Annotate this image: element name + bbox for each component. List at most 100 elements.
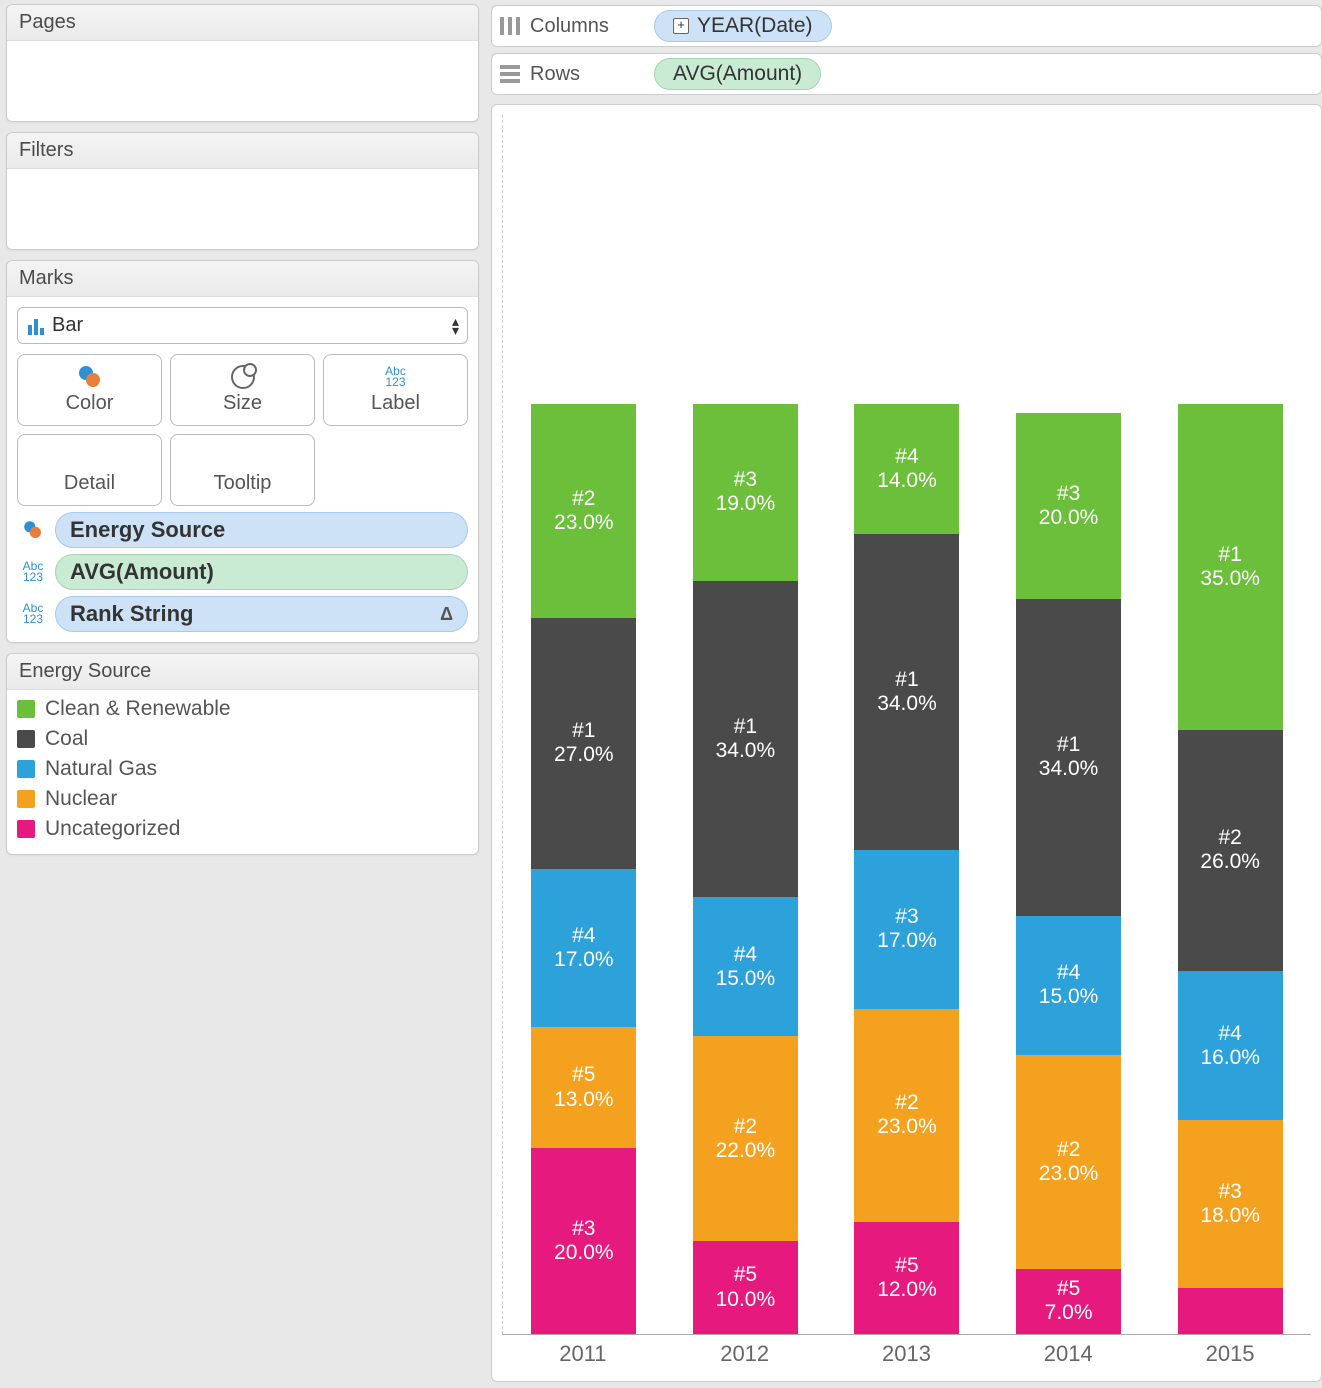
legend-item-label: Natural Gas [45,757,157,781]
bar-segment[interactable]: #57.0% [1016,1269,1121,1334]
tooltip-button[interactable]: Tooltip [170,434,315,506]
bar-segment[interactable]: #510.0% [693,1241,798,1334]
bar-segment[interactable]: #134.0% [693,581,798,897]
bar-segment[interactable]: #223.0% [531,404,636,618]
segment-rank-label: #2 [895,1091,918,1115]
columns-label: Columns [530,15,609,38]
rows-shelf[interactable]: Rows AVG(Amount) [491,53,1322,95]
segment-rank-label: #2 [1218,826,1241,850]
expand-icon[interactable]: + [673,18,689,34]
legend-item[interactable]: Coal [17,724,468,754]
filters-label: Filters [7,133,478,169]
segment-value-label: 16.0% [1200,1046,1260,1070]
bar-column[interactable]: #414.0%#134.0%#317.0%#223.0%#512.0% [854,404,959,1334]
color-button[interactable]: Color [17,354,162,426]
legend-item[interactable]: Clean & Renewable [17,694,468,724]
bar-column[interactable]: #135.0%#226.0%#416.0%#318.0% [1178,404,1283,1334]
segment-value-label: 19.0% [716,492,776,516]
bar-segment[interactable]: #319.0% [693,404,798,581]
segment-value-label: 10.0% [716,1288,776,1312]
segment-value-label: 23.0% [877,1115,937,1139]
detail-button[interactable]: Detail [17,434,162,506]
filters-drop-area[interactable] [7,169,478,249]
x-axis-tick: 2012 [692,1341,797,1367]
bar-segment[interactable]: #317.0% [854,850,959,1008]
segment-value-label: 17.0% [554,948,614,972]
legend-card: Energy Source Clean & RenewableCoalNatur… [6,653,479,855]
segment-value-label: 13.0% [554,1088,614,1112]
segment-rank-label: #5 [895,1254,918,1278]
bar-segment[interactable]: #414.0% [854,404,959,534]
legend-swatch [17,700,35,718]
x-axis-tick: 2011 [530,1341,635,1367]
mark-type-select[interactable]: Bar ▴▾ [17,307,468,344]
segment-rank-label: #3 [895,905,918,929]
pill-text: Energy Source [70,517,225,543]
viz-area[interactable]: #223.0%#127.0%#417.0%#513.0%#320.0%#319.… [491,104,1322,1382]
bar-segment[interactable]: #320.0% [531,1148,636,1334]
pages-drop-area[interactable] [7,41,478,121]
bar-segment[interactable]: #417.0% [531,869,636,1027]
bar-segment[interactable]: #512.0% [854,1222,959,1334]
segment-value-label: 7.0% [1045,1301,1093,1325]
segment-rank-label: #3 [1218,1180,1241,1204]
segment-rank-label: #1 [734,715,757,739]
legend-item-label: Nuclear [45,787,117,811]
segment-rank-label: #1 [1218,543,1241,567]
segment-value-label: 27.0% [554,743,614,767]
bar-segment[interactable]: #134.0% [854,534,959,850]
bar-segment[interactable]: #223.0% [854,1009,959,1223]
pill-text: Rank String [70,601,193,627]
segment-rank-label: #2 [572,487,595,511]
bar-segment[interactable]: #222.0% [693,1036,798,1241]
legend-item-label: Clean & Renewable [45,697,231,721]
bar-segment[interactable]: #226.0% [1178,730,1283,972]
bar-column[interactable]: #320.0%#134.0%#415.0%#223.0%#57.0% [1016,413,1121,1334]
bar-segment[interactable]: #416.0% [1178,971,1283,1120]
bar-segment[interactable]: #134.0% [1016,599,1121,915]
bar-column[interactable]: #319.0%#134.0%#415.0%#222.0%#510.0% [693,404,798,1334]
segment-rank-label: #3 [734,468,757,492]
legend-swatch [17,820,35,838]
bar-segment[interactable]: #320.0% [1016,413,1121,599]
marks-pill-avg-amount[interactable]: AVG(Amount) [55,554,468,590]
legend-item[interactable]: Uncategorized [17,814,468,844]
segment-value-label: 23.0% [554,511,614,535]
segment-rank-label: #4 [572,924,595,948]
columns-icon [500,17,520,35]
rows-pill-avg-amount[interactable]: AVG(Amount) [654,58,821,90]
bar-segment[interactable] [1178,1288,1283,1335]
legend-item[interactable]: Natural Gas [17,754,468,784]
segment-value-label: 34.0% [877,692,937,716]
bar-segment[interactable]: #415.0% [693,897,798,1037]
size-button[interactable]: Size [170,354,315,426]
segment-rank-label: #4 [734,943,757,967]
segment-rank-label: #3 [1057,482,1080,506]
bar-segment[interactable]: #513.0% [531,1027,636,1148]
marks-pill-rank-string[interactable]: Rank String Δ [55,596,468,632]
filters-card: Filters [6,132,479,250]
segment-rank-label: #1 [1057,733,1080,757]
bar-segment[interactable]: #135.0% [1178,404,1283,730]
legend-item[interactable]: Nuclear [17,784,468,814]
legend-swatch [17,730,35,748]
bar-segment[interactable]: #127.0% [531,618,636,869]
segment-value-label: 15.0% [716,967,776,991]
bar-segment[interactable]: #415.0% [1016,916,1121,1056]
bar-segment[interactable]: #223.0% [1016,1055,1121,1269]
columns-pill-year-date[interactable]: + YEAR(Date) [654,10,832,42]
marks-card: Marks Bar ▴▾ Color [6,260,479,643]
bar-segment[interactable]: #318.0% [1178,1120,1283,1287]
segment-value-label: 34.0% [1039,757,1099,781]
segment-value-label: 15.0% [1039,985,1099,1009]
table-calc-icon: Δ [440,604,453,625]
color-icon [79,366,101,388]
segment-rank-label: #5 [572,1063,595,1087]
marks-pill-energy-source[interactable]: Energy Source [55,512,468,548]
bar-column[interactable]: #223.0%#127.0%#417.0%#513.0%#320.0% [531,404,636,1334]
legend-item-label: Coal [45,727,88,751]
rows-label: Rows [530,63,580,86]
bar-chart-icon [28,317,44,335]
label-button[interactable]: Abc123 Label [323,354,468,426]
columns-shelf[interactable]: Columns + YEAR(Date) [491,5,1322,47]
